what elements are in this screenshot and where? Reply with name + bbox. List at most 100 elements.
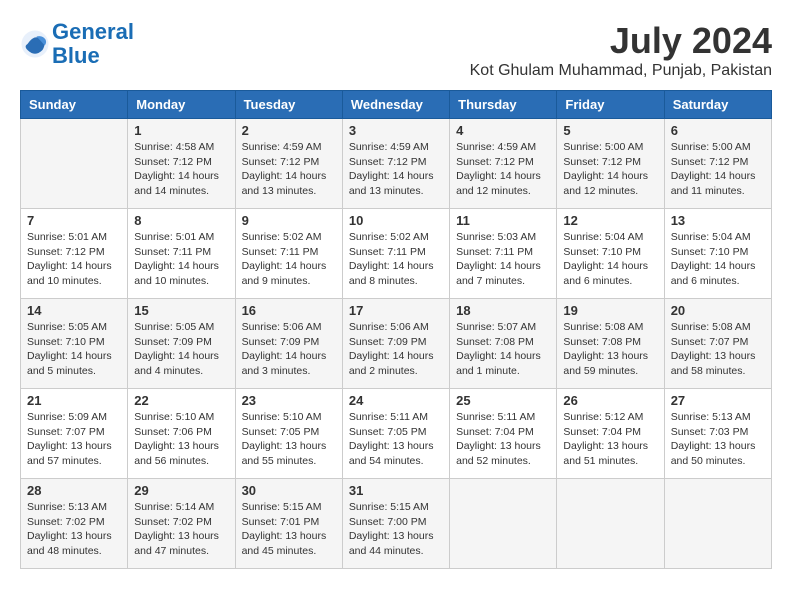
day-number: 24	[349, 393, 443, 408]
week-row-5: 28 Sunrise: 5:13 AMSunset: 7:02 PMDayligh…	[21, 479, 772, 569]
calendar-cell: 11 Sunrise: 5:03 AMSunset: 7:11 PMDayligh…	[450, 209, 557, 299]
calendar-cell: 4Sunrise: 4:59 AMSunset: 7:12 PMDaylight…	[450, 119, 557, 209]
day-number: 27	[671, 393, 765, 408]
day-info: Sunrise: 5:12 AMSunset: 7:04 PMDaylight:…	[563, 410, 657, 469]
calendar-cell: 22Sunrise: 5:10 AMSunset: 7:06 PMDayligh…	[128, 389, 235, 479]
day-number: 1	[134, 123, 228, 138]
calendar-cell: 19 Sunrise: 5:08 AMSunset: 7:08 PMDayligh…	[557, 299, 664, 389]
calendar-table: SundayMondayTuesdayWednesdayThursdayFrid…	[20, 90, 772, 569]
day-info: Sunrise: 5:15 AMSunset: 7:00 PMDaylight:…	[349, 500, 443, 559]
calendar-cell: 2 Sunrise: 4:59 AMSunset: 7:12 PMDaylight…	[235, 119, 342, 209]
day-info: Sunrise: 5:04 AMSunset: 7:10 PMDaylight:…	[563, 230, 657, 289]
title-block: July 2024 Kot Ghulam Muhammad, Punjab, P…	[470, 20, 772, 80]
calendar-cell: 5 Sunrise: 5:00 AMSunset: 7:12 PMDaylight…	[557, 119, 664, 209]
day-info: Sunrise: 5:05 AMSunset: 7:10 PMDaylight:…	[27, 320, 121, 379]
day-info: Sunrise: 4:58 AMSunset: 7:12 PMDaylight:…	[134, 140, 228, 199]
day-number: 5	[563, 123, 657, 138]
day-number: 16	[242, 303, 336, 318]
day-number: 14	[27, 303, 121, 318]
day-number: 18	[456, 303, 550, 318]
calendar-cell: 6Sunrise: 5:00 AMSunset: 7:12 PMDaylight…	[664, 119, 771, 209]
day-info: Sunrise: 4:59 AMSunset: 7:12 PMDaylight:…	[242, 140, 336, 199]
day-info: Sunrise: 5:11 AMSunset: 7:04 PMDaylight:…	[456, 410, 550, 469]
day-number: 28	[27, 483, 121, 498]
day-info: Sunrise: 5:01 AMSunset: 7:12 PMDaylight:…	[27, 230, 121, 289]
day-number: 3	[349, 123, 443, 138]
day-info: Sunrise: 5:02 AMSunset: 7:11 PMDaylight:…	[349, 230, 443, 289]
calendar-cell: 31Sunrise: 5:15 AMSunset: 7:00 PMDayligh…	[342, 479, 449, 569]
calendar-cell: 25 Sunrise: 5:11 AMSunset: 7:04 PMDayligh…	[450, 389, 557, 479]
day-header-wednesday: Wednesday	[342, 91, 449, 119]
day-number: 11	[456, 213, 550, 228]
day-info: Sunrise: 5:08 AMSunset: 7:08 PMDaylight:…	[563, 320, 657, 379]
day-number: 22	[134, 393, 228, 408]
logo-text: GeneralBlue	[52, 20, 134, 68]
calendar-cell	[21, 119, 128, 209]
day-number: 29	[134, 483, 228, 498]
calendar-cell: 7Sunrise: 5:01 AMSunset: 7:12 PMDaylight…	[21, 209, 128, 299]
day-number: 20	[671, 303, 765, 318]
day-number: 12	[563, 213, 657, 228]
calendar-cell: 15Sunrise: 5:05 AMSunset: 7:09 PMDayligh…	[128, 299, 235, 389]
day-info: Sunrise: 5:09 AMSunset: 7:07 PMDaylight:…	[27, 410, 121, 469]
calendar-cell: 23 Sunrise: 5:10 AMSunset: 7:05 PMDayligh…	[235, 389, 342, 479]
calendar-cell: 27 Sunrise: 5:13 AMSunset: 7:03 PMDayligh…	[664, 389, 771, 479]
day-header-tuesday: Tuesday	[235, 91, 342, 119]
calendar-cell: 16Sunrise: 5:06 AMSunset: 7:09 PMDayligh…	[235, 299, 342, 389]
calendar-cell: 14 Sunrise: 5:05 AMSunset: 7:10 PMDayligh…	[21, 299, 128, 389]
day-header-monday: Monday	[128, 91, 235, 119]
day-header-friday: Friday	[557, 91, 664, 119]
calendar-cell	[557, 479, 664, 569]
week-row-4: 21 Sunrise: 5:09 AMSunset: 7:07 PMDayligh…	[21, 389, 772, 479]
week-row-2: 7Sunrise: 5:01 AMSunset: 7:12 PMDaylight…	[21, 209, 772, 299]
calendar-cell: 12 Sunrise: 5:04 AMSunset: 7:10 PMDayligh…	[557, 209, 664, 299]
day-number: 6	[671, 123, 765, 138]
day-number: 19	[563, 303, 657, 318]
day-number: 8	[134, 213, 228, 228]
calendar-cell: 18 Sunrise: 5:07 AMSunset: 7:08 PMDayligh…	[450, 299, 557, 389]
day-number: 26	[563, 393, 657, 408]
day-info: Sunrise: 5:15 AMSunset: 7:01 PMDaylight:…	[242, 500, 336, 559]
calendar-cell: 1 Sunrise: 4:58 AMSunset: 7:12 PMDaylight…	[128, 119, 235, 209]
day-number: 9	[242, 213, 336, 228]
calendar-cell: 9 Sunrise: 5:02 AMSunset: 7:11 PMDaylight…	[235, 209, 342, 299]
day-info: Sunrise: 5:11 AMSunset: 7:05 PMDaylight:…	[349, 410, 443, 469]
day-number: 25	[456, 393, 550, 408]
calendar-cell: 20 Sunrise: 5:08 AMSunset: 7:07 PMDayligh…	[664, 299, 771, 389]
day-info: Sunrise: 5:13 AMSunset: 7:02 PMDaylight:…	[27, 500, 121, 559]
day-number: 23	[242, 393, 336, 408]
day-info: Sunrise: 5:01 AMSunset: 7:11 PMDaylight:…	[134, 230, 228, 289]
calendar-cell: 28 Sunrise: 5:13 AMSunset: 7:02 PMDayligh…	[21, 479, 128, 569]
calendar-cell: 3 Sunrise: 4:59 AMSunset: 7:12 PMDaylight…	[342, 119, 449, 209]
day-info: Sunrise: 5:02 AMSunset: 7:11 PMDaylight:…	[242, 230, 336, 289]
day-info: Sunrise: 5:04 AMSunset: 7:10 PMDaylight:…	[671, 230, 765, 289]
day-number: 17	[349, 303, 443, 318]
day-info: Sunrise: 5:08 AMSunset: 7:07 PMDaylight:…	[671, 320, 765, 379]
day-number: 21	[27, 393, 121, 408]
day-info: Sunrise: 5:03 AMSunset: 7:11 PMDaylight:…	[456, 230, 550, 289]
day-info: Sunrise: 5:05 AMSunset: 7:09 PMDaylight:…	[134, 320, 228, 379]
day-header-saturday: Saturday	[664, 91, 771, 119]
day-info: Sunrise: 5:14 AMSunset: 7:02 PMDaylight:…	[134, 500, 228, 559]
location: Kot Ghulam Muhammad, Punjab, Pakistan	[470, 62, 772, 80]
day-info: Sunrise: 4:59 AMSunset: 7:12 PMDaylight:…	[456, 140, 550, 199]
day-number: 2	[242, 123, 336, 138]
day-number: 30	[242, 483, 336, 498]
page-header: GeneralBlue July 2024 Kot Ghulam Muhamma…	[20, 20, 772, 80]
calendar-cell: 13 Sunrise: 5:04 AMSunset: 7:10 PMDayligh…	[664, 209, 771, 299]
day-number: 13	[671, 213, 765, 228]
day-header-thursday: Thursday	[450, 91, 557, 119]
calendar-cell: 8 Sunrise: 5:01 AMSunset: 7:11 PMDaylight…	[128, 209, 235, 299]
day-info: Sunrise: 5:00 AMSunset: 7:12 PMDaylight:…	[563, 140, 657, 199]
day-info: Sunrise: 4:59 AMSunset: 7:12 PMDaylight:…	[349, 140, 443, 199]
calendar-cell: 17 Sunrise: 5:06 AMSunset: 7:09 PMDayligh…	[342, 299, 449, 389]
calendar-cell: 26 Sunrise: 5:12 AMSunset: 7:04 PMDayligh…	[557, 389, 664, 479]
calendar-cell	[450, 479, 557, 569]
calendar-cell	[664, 479, 771, 569]
day-info: Sunrise: 5:10 AMSunset: 7:05 PMDaylight:…	[242, 410, 336, 469]
logo-icon	[20, 29, 50, 59]
day-info: Sunrise: 5:07 AMSunset: 7:08 PMDaylight:…	[456, 320, 550, 379]
day-info: Sunrise: 5:06 AMSunset: 7:09 PMDaylight:…	[349, 320, 443, 379]
day-info: Sunrise: 5:13 AMSunset: 7:03 PMDaylight:…	[671, 410, 765, 469]
calendar-cell: 10Sunrise: 5:02 AMSunset: 7:11 PMDayligh…	[342, 209, 449, 299]
